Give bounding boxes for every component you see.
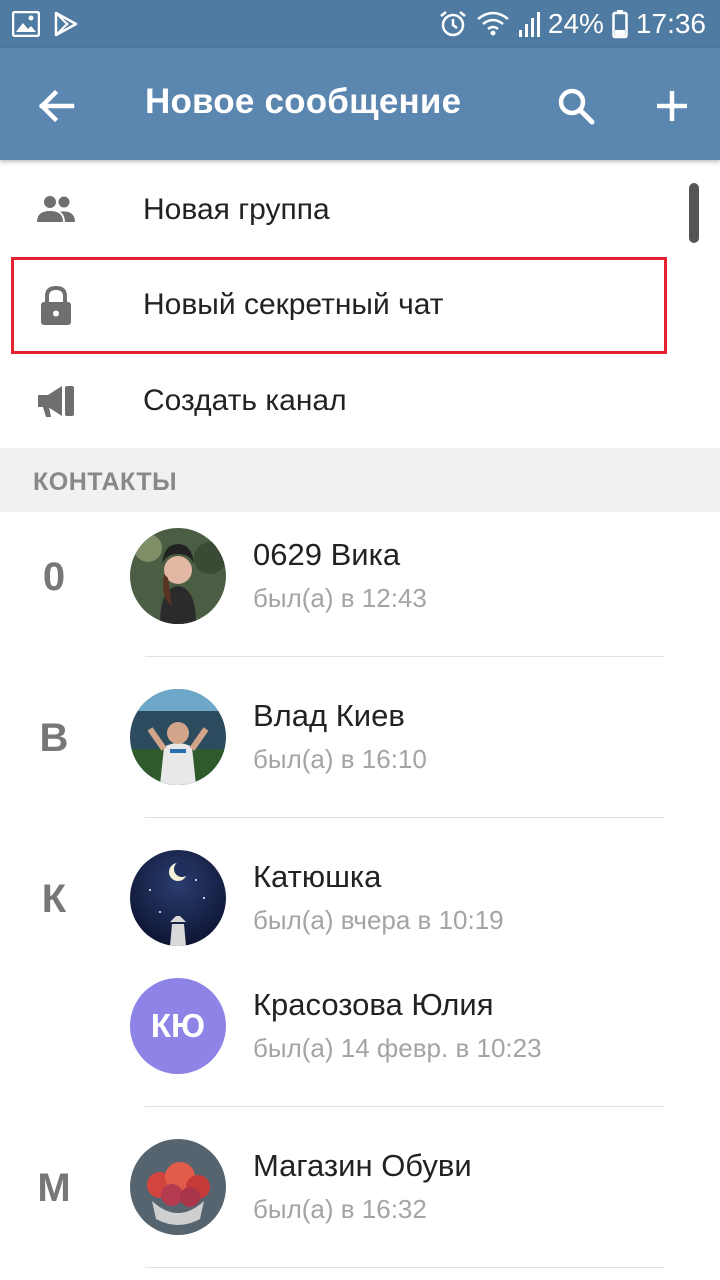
index-letter: М: [37, 1166, 71, 1210]
avatar-initials: КЮ: [130, 978, 226, 1074]
divider: [145, 1106, 664, 1107]
search-icon[interactable]: [548, 78, 604, 134]
new-group-item[interactable]: Новая группа: [0, 162, 720, 258]
contact-name: 0629 Вика: [253, 537, 401, 572]
battery-percent: 24%: [547, 8, 604, 39]
app-bar: Новое сообщение: [0, 48, 720, 160]
create-channel-label: Создать канал: [143, 384, 347, 417]
clock: 17:36: [635, 8, 706, 39]
avatar: [130, 850, 226, 946]
contact-status: был(а) в 16:10: [253, 744, 427, 774]
wifi-icon: [477, 11, 509, 36]
index-letter: 0: [42, 555, 66, 599]
status-bar-left: [12, 10, 78, 38]
avatar: [130, 528, 226, 624]
gallery-icon: [12, 11, 40, 37]
page-title: Новое сообщение: [145, 82, 462, 121]
add-contact-icon[interactable]: [644, 78, 700, 134]
alarm-icon: [440, 11, 466, 37]
divider: [145, 656, 664, 657]
battery-icon: [612, 10, 628, 39]
signal-icon: [518, 12, 540, 37]
highlight-frame: [11, 257, 667, 354]
avatar: [130, 1139, 226, 1235]
contact-status: был(а) 14 февр. в 10:23: [253, 1033, 542, 1063]
back-arrow-icon[interactable]: [28, 78, 84, 134]
group-icon: [37, 196, 75, 222]
megaphone-icon: [38, 386, 74, 417]
contacts-header-label: КОНТАКТЫ: [33, 468, 178, 496]
contact-name: Красозова Юлия: [253, 987, 494, 1022]
contact-status: был(а) вчера в 10:19: [253, 905, 504, 935]
contacts-section-header: КОНТАКТЫ: [0, 448, 720, 512]
contact-name: Катюшка: [253, 859, 382, 894]
create-channel-item[interactable]: Создать канал: [0, 353, 720, 449]
status-bar: 24% 17:36: [0, 0, 720, 48]
play-store-icon: [54, 11, 78, 37]
contact-name: Магазин Обуви: [253, 1148, 472, 1183]
avatar: [130, 689, 226, 785]
divider: [145, 1267, 664, 1268]
index-letter: В: [39, 716, 69, 760]
index-letter: К: [41, 877, 67, 921]
scrollbar[interactable]: [689, 183, 699, 243]
contact-status: был(а) в 16:32: [253, 1194, 427, 1224]
contact-status: был(а) в 12:43: [253, 583, 427, 613]
divider: [145, 817, 664, 818]
status-bar-right: 24% 17:36: [438, 6, 706, 42]
new-group-label: Новая группа: [143, 193, 330, 226]
contact-name: Влад Киев: [253, 698, 405, 733]
